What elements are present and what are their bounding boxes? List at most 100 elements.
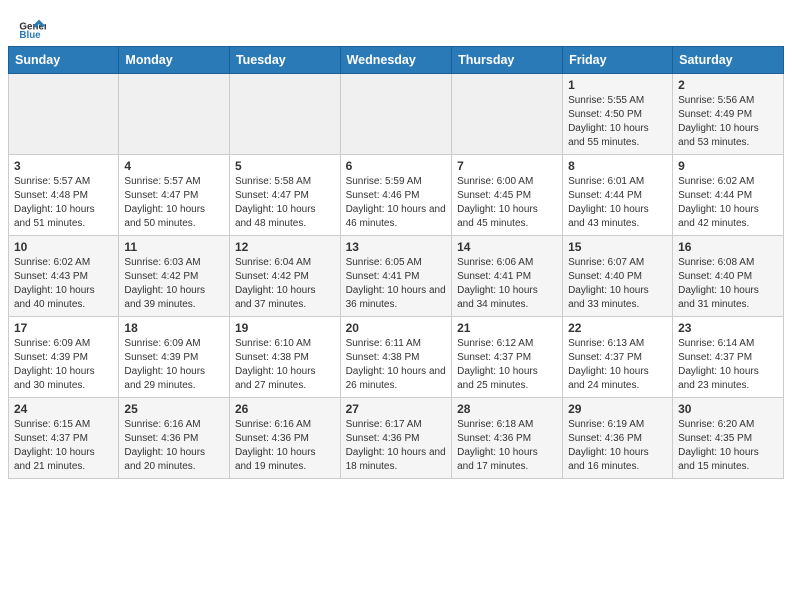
day-info: Sunrise: 6:04 AM Sunset: 4:42 PM Dayligh… (235, 256, 335, 312)
day-info: Sunrise: 6:11 AM Sunset: 4:38 PM Dayligh… (346, 337, 447, 393)
day-number: 23 (678, 321, 778, 335)
calendar-cell: 16 Sunrise: 6:08 AM Sunset: 4:40 PM Dayli… (673, 236, 784, 317)
calendar-cell: 22 Sunrise: 6:13 AM Sunset: 4:37 PM Dayli… (563, 317, 673, 398)
day-info: Sunrise: 5:58 AM Sunset: 4:47 PM Dayligh… (235, 175, 335, 231)
day-number: 15 (568, 240, 667, 254)
day-info: Sunrise: 6:02 AM Sunset: 4:43 PM Dayligh… (14, 256, 113, 312)
day-info: Sunrise: 6:20 AM Sunset: 4:35 PM Dayligh… (678, 418, 778, 474)
logo: General Blue (18, 14, 50, 42)
calendar-cell: 2 Sunrise: 5:56 AM Sunset: 4:49 PM Daylig… (673, 74, 784, 155)
calendar-cell: 5 Sunrise: 5:58 AM Sunset: 4:47 PM Daylig… (229, 155, 340, 236)
calendar-cell (229, 74, 340, 155)
day-number: 4 (124, 159, 224, 173)
calendar-header: SundayMondayTuesdayWednesdayThursdayFrid… (9, 47, 784, 74)
day-info: Sunrise: 6:01 AM Sunset: 4:44 PM Dayligh… (568, 175, 667, 231)
day-info: Sunrise: 5:55 AM Sunset: 4:50 PM Dayligh… (568, 94, 667, 150)
day-number: 1 (568, 78, 667, 92)
calendar-cell: 12 Sunrise: 6:04 AM Sunset: 4:42 PM Dayli… (229, 236, 340, 317)
calendar-cell: 26 Sunrise: 6:16 AM Sunset: 4:36 PM Dayli… (229, 398, 340, 479)
day-number: 21 (457, 321, 557, 335)
weekday-header: Wednesday (340, 47, 452, 74)
day-number: 19 (235, 321, 335, 335)
day-info: Sunrise: 5:57 AM Sunset: 4:48 PM Dayligh… (14, 175, 113, 231)
day-info: Sunrise: 6:12 AM Sunset: 4:37 PM Dayligh… (457, 337, 557, 393)
day-info: Sunrise: 6:13 AM Sunset: 4:37 PM Dayligh… (568, 337, 667, 393)
calendar-cell: 11 Sunrise: 6:03 AM Sunset: 4:42 PM Dayli… (119, 236, 230, 317)
day-info: Sunrise: 6:00 AM Sunset: 4:45 PM Dayligh… (457, 175, 557, 231)
calendar-cell: 21 Sunrise: 6:12 AM Sunset: 4:37 PM Dayli… (452, 317, 563, 398)
calendar-table: SundayMondayTuesdayWednesdayThursdayFrid… (8, 46, 784, 479)
day-number: 17 (14, 321, 113, 335)
calendar-week-row: 1 Sunrise: 5:55 AM Sunset: 4:50 PM Daylig… (9, 74, 784, 155)
calendar-cell: 4 Sunrise: 5:57 AM Sunset: 4:47 PM Daylig… (119, 155, 230, 236)
calendar-cell: 1 Sunrise: 5:55 AM Sunset: 4:50 PM Daylig… (563, 74, 673, 155)
calendar-cell (119, 74, 230, 155)
weekday-header: Tuesday (229, 47, 340, 74)
day-number: 30 (678, 402, 778, 416)
day-info: Sunrise: 6:18 AM Sunset: 4:36 PM Dayligh… (457, 418, 557, 474)
calendar-cell: 19 Sunrise: 6:10 AM Sunset: 4:38 PM Dayli… (229, 317, 340, 398)
calendar-cell: 8 Sunrise: 6:01 AM Sunset: 4:44 PM Daylig… (563, 155, 673, 236)
day-number: 5 (235, 159, 335, 173)
day-info: Sunrise: 6:15 AM Sunset: 4:37 PM Dayligh… (14, 418, 113, 474)
day-info: Sunrise: 6:14 AM Sunset: 4:37 PM Dayligh… (678, 337, 778, 393)
day-number: 29 (568, 402, 667, 416)
day-info: Sunrise: 6:03 AM Sunset: 4:42 PM Dayligh… (124, 256, 224, 312)
calendar-cell: 29 Sunrise: 6:19 AM Sunset: 4:36 PM Dayli… (563, 398, 673, 479)
day-number: 9 (678, 159, 778, 173)
calendar-week-row: 10 Sunrise: 6:02 AM Sunset: 4:43 PM Dayli… (9, 236, 784, 317)
day-number: 20 (346, 321, 447, 335)
calendar-cell: 17 Sunrise: 6:09 AM Sunset: 4:39 PM Dayli… (9, 317, 119, 398)
day-number: 24 (14, 402, 113, 416)
day-number: 7 (457, 159, 557, 173)
day-number: 2 (678, 78, 778, 92)
calendar-cell: 7 Sunrise: 6:00 AM Sunset: 4:45 PM Daylig… (452, 155, 563, 236)
calendar-cell: 24 Sunrise: 6:15 AM Sunset: 4:37 PM Dayli… (9, 398, 119, 479)
day-info: Sunrise: 6:10 AM Sunset: 4:38 PM Dayligh… (235, 337, 335, 393)
calendar-week-row: 24 Sunrise: 6:15 AM Sunset: 4:37 PM Dayli… (9, 398, 784, 479)
page-header: General Blue (0, 0, 792, 46)
day-number: 6 (346, 159, 447, 173)
day-number: 26 (235, 402, 335, 416)
day-number: 18 (124, 321, 224, 335)
calendar-cell: 6 Sunrise: 5:59 AM Sunset: 4:46 PM Daylig… (340, 155, 452, 236)
calendar-cell: 3Sunrise: 5:57 AM Sunset: 4:48 PM Daylig… (9, 155, 119, 236)
day-info: Sunrise: 6:17 AM Sunset: 4:36 PM Dayligh… (346, 418, 447, 474)
day-info: Sunrise: 6:09 AM Sunset: 4:39 PM Dayligh… (14, 337, 113, 393)
day-number: 11 (124, 240, 224, 254)
weekday-header: Thursday (452, 47, 563, 74)
calendar-cell: 27 Sunrise: 6:17 AM Sunset: 4:36 PM Dayli… (340, 398, 452, 479)
day-info: Sunrise: 6:19 AM Sunset: 4:36 PM Dayligh… (568, 418, 667, 474)
calendar-cell: 25 Sunrise: 6:16 AM Sunset: 4:36 PM Dayli… (119, 398, 230, 479)
day-number: 16 (678, 240, 778, 254)
day-info: Sunrise: 6:07 AM Sunset: 4:40 PM Dayligh… (568, 256, 667, 312)
day-number: 8 (568, 159, 667, 173)
calendar-week-row: 3Sunrise: 5:57 AM Sunset: 4:48 PM Daylig… (9, 155, 784, 236)
day-info: Sunrise: 5:57 AM Sunset: 4:47 PM Dayligh… (124, 175, 224, 231)
calendar-wrapper: SundayMondayTuesdayWednesdayThursdayFrid… (0, 46, 792, 487)
weekday-header: Monday (119, 47, 230, 74)
day-number: 25 (124, 402, 224, 416)
day-info: Sunrise: 6:16 AM Sunset: 4:36 PM Dayligh… (124, 418, 224, 474)
day-number: 12 (235, 240, 335, 254)
calendar-cell: 28Sunrise: 6:18 AM Sunset: 4:36 PM Dayli… (452, 398, 563, 479)
day-number: 10 (14, 240, 113, 254)
day-info: Sunrise: 6:16 AM Sunset: 4:36 PM Dayligh… (235, 418, 335, 474)
svg-text:Blue: Blue (19, 30, 41, 41)
calendar-cell: 14Sunrise: 6:06 AM Sunset: 4:41 PM Dayli… (452, 236, 563, 317)
calendar-cell: 20 Sunrise: 6:11 AM Sunset: 4:38 PM Dayli… (340, 317, 452, 398)
calendar-cell: 15 Sunrise: 6:07 AM Sunset: 4:40 PM Dayli… (563, 236, 673, 317)
day-number: 22 (568, 321, 667, 335)
day-number: 27 (346, 402, 447, 416)
weekday-header: Sunday (9, 47, 119, 74)
day-info: Sunrise: 5:59 AM Sunset: 4:46 PM Dayligh… (346, 175, 447, 231)
calendar-cell: 9Sunrise: 6:02 AM Sunset: 4:44 PM Daylig… (673, 155, 784, 236)
calendar-cell: 10 Sunrise: 6:02 AM Sunset: 4:43 PM Dayli… (9, 236, 119, 317)
day-info: Sunrise: 6:08 AM Sunset: 4:40 PM Dayligh… (678, 256, 778, 312)
day-info: Sunrise: 6:06 AM Sunset: 4:41 PM Dayligh… (457, 256, 557, 312)
weekday-header: Friday (563, 47, 673, 74)
day-info: Sunrise: 5:56 AM Sunset: 4:49 PM Dayligh… (678, 94, 778, 150)
weekday-header: Saturday (673, 47, 784, 74)
calendar-cell: 30 Sunrise: 6:20 AM Sunset: 4:35 PM Dayli… (673, 398, 784, 479)
calendar-cell (9, 74, 119, 155)
